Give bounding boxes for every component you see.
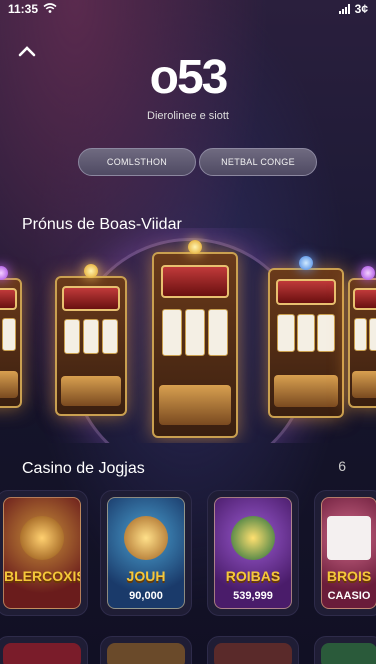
connection-button[interactable]: COMLSTHON <box>78 148 196 176</box>
tagline: Dierolinee e siott <box>147 110 229 122</box>
game-card[interactable]: ROIBAS 539,999 <box>207 490 299 616</box>
game-card-name: JOUH <box>126 568 166 584</box>
slot-machine-image <box>55 264 127 416</box>
game-card-value: 539,999 <box>233 590 273 602</box>
game-card-name: ROIBAS <box>225 568 281 584</box>
game-card[interactable]: JOUH 90,000 <box>100 490 192 616</box>
slot-machine-image <box>348 266 376 408</box>
game-card[interactable] <box>207 636 299 664</box>
status-bar: 11:35 3¢ <box>0 0 376 18</box>
game-card-name: BROIS <box>326 568 372 584</box>
game-card-value: 90,000 <box>129 590 163 602</box>
slot-machine-image <box>268 256 344 418</box>
network-button[interactable]: NETBAL CONGE <box>199 148 317 176</box>
game-card[interactable]: BLERCOXIS <box>0 490 88 616</box>
game-card[interactable] <box>0 636 88 664</box>
game-emblem-icon <box>124 516 168 560</box>
game-card[interactable]: BROIS CAASIO <box>314 490 376 616</box>
slot-machine-image <box>152 240 238 438</box>
game-card[interactable] <box>100 636 192 664</box>
app-logo: o53 <box>149 51 229 104</box>
game-card-value: CAASIO <box>327 590 371 602</box>
casino-section-count: 6 <box>338 458 346 474</box>
wifi-icon <box>43 2 57 16</box>
bonus-hero-banner[interactable] <box>0 228 376 443</box>
slot-machine-image <box>0 266 22 408</box>
battery-indicator: 3¢ <box>354 2 368 16</box>
signal-icon <box>338 4 350 14</box>
game-card-name: BLERCOXIS <box>4 568 81 584</box>
playing-card-icon <box>327 516 371 560</box>
game-card[interactable] <box>314 636 376 664</box>
game-emblem-icon <box>231 516 275 560</box>
casino-section-title: Casino de Jogjas <box>22 460 145 477</box>
game-emblem-icon <box>20 516 64 560</box>
status-time: 11:35 <box>8 2 39 16</box>
